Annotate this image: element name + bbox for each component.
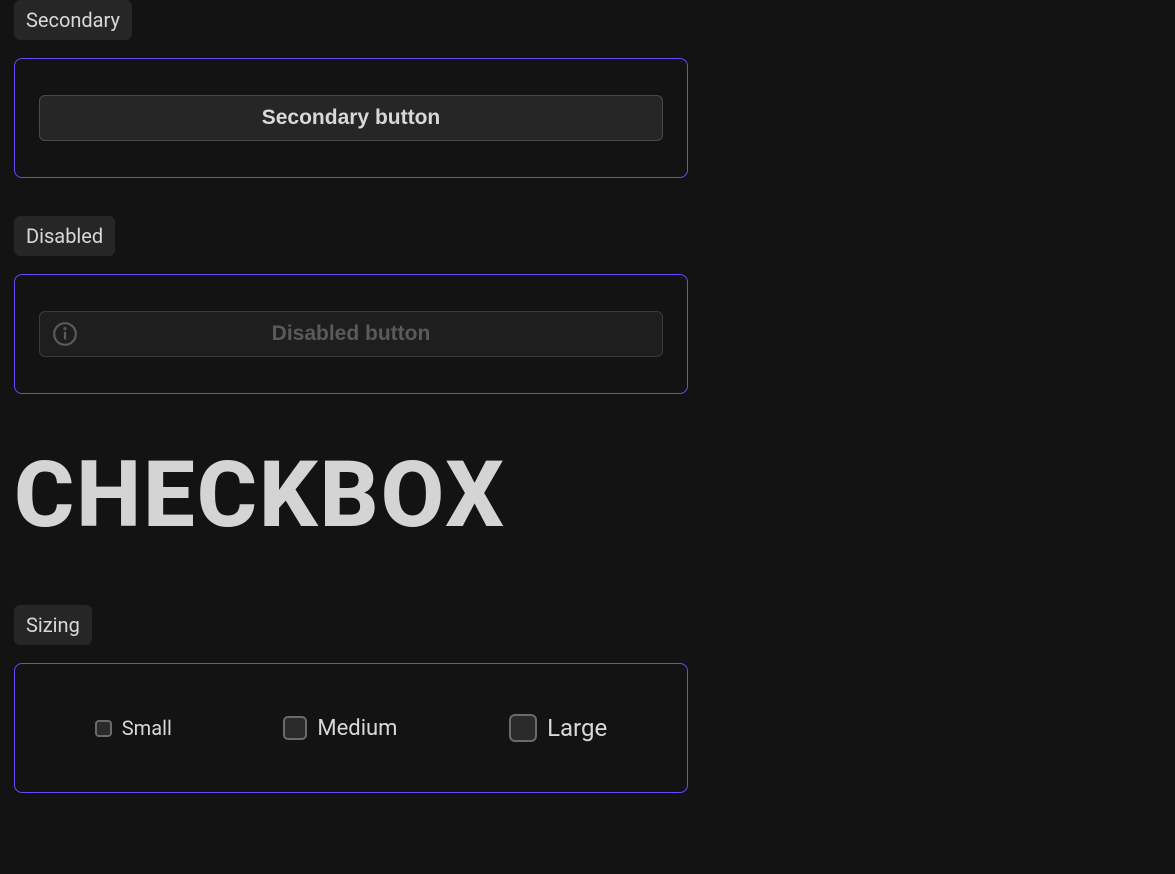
disabled-button: Disabled button [39, 311, 663, 357]
checkbox-medium[interactable]: Medium [283, 716, 397, 741]
checkbox-label-large: Large [547, 714, 607, 742]
demo-frame-disabled: Disabled button [14, 274, 688, 394]
checkbox-box-medium[interactable] [283, 716, 307, 740]
tag-disabled: Disabled [14, 216, 115, 256]
checkbox-large[interactable]: Large [509, 714, 607, 742]
checkbox-label-small: Small [122, 716, 172, 740]
info-icon [52, 321, 78, 347]
secondary-button[interactable]: Secondary button [39, 95, 663, 141]
heading-checkbox: CHECKBOX [14, 442, 1161, 549]
checkbox-box-small[interactable] [95, 720, 112, 737]
disabled-button-label: Disabled button [272, 322, 431, 346]
demo-frame-secondary: Secondary button [14, 58, 688, 178]
checkbox-row: Small Medium Large [39, 700, 663, 756]
demo-frame-sizing: Small Medium Large [14, 663, 688, 793]
checkbox-box-large[interactable] [509, 714, 537, 742]
tag-secondary: Secondary [14, 0, 132, 40]
secondary-button-label: Secondary button [262, 106, 441, 130]
checkbox-small[interactable]: Small [95, 716, 172, 740]
tag-sizing: Sizing [14, 605, 92, 645]
checkbox-label-medium: Medium [317, 716, 397, 741]
